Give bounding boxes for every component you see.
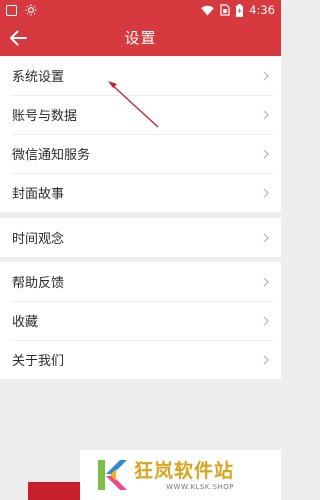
settings-item-label: 关于我们 <box>12 354 65 369</box>
settings-item-label: 帮助反馈 <box>12 276 65 291</box>
settings-item-label: 系统设置 <box>12 70 65 85</box>
watermark-title: 狂岚软件站 <box>134 459 235 482</box>
arrow-left-icon <box>10 30 27 46</box>
watermark-url: WWW.KLSK.SHOP <box>166 482 235 491</box>
chevron-right-icon <box>263 188 269 198</box>
clock-time: 4:36 <box>249 3 275 17</box>
chevron-right-icon <box>263 110 269 120</box>
settings-item-time-concept[interactable]: 时间观念 <box>0 218 281 257</box>
page-title: 设置 <box>124 29 157 47</box>
chevron-right-icon <box>263 71 269 81</box>
chevron-right-icon <box>263 233 269 243</box>
chevron-right-icon <box>263 316 269 326</box>
settings-item-help-feedback[interactable]: 帮助反馈 <box>0 262 281 301</box>
settings-item-label: 收藏 <box>12 315 39 330</box>
status-bar: 4:36 <box>0 0 281 20</box>
back-button[interactable] <box>6 26 30 50</box>
site-logo-icon <box>96 458 128 492</box>
settings-item-system[interactable]: 系统设置 <box>0 56 281 95</box>
settings-item-label: 封面故事 <box>12 187 65 202</box>
chevron-right-icon <box>263 355 269 365</box>
sim-icon <box>220 4 230 16</box>
brightness-icon <box>25 4 37 16</box>
notification-square-icon <box>6 4 17 16</box>
settings-item-label: 时间观念 <box>12 232 65 247</box>
watermark: 狂岚软件站 WWW.KLSK.SHOP <box>80 450 281 500</box>
settings-item-cover-story[interactable]: 封面故事 <box>0 173 281 212</box>
chevron-right-icon <box>263 277 269 287</box>
settings-group-time: 时间观念 <box>0 218 281 257</box>
settings-item-account-data[interactable]: 账号与数据 <box>0 95 281 134</box>
settings-item-wechat-notify[interactable]: 微信通知服务 <box>0 134 281 173</box>
wifi-icon <box>201 5 214 15</box>
settings-group-main: 系统设置 账号与数据 微信通知服务 封面故事 <box>0 56 281 212</box>
settings-item-label: 账号与数据 <box>12 109 78 124</box>
battery-icon <box>236 3 244 17</box>
settings-item-label: 微信通知服务 <box>12 148 91 163</box>
settings-group-about: 帮助反馈 收藏 关于我们 <box>0 262 281 379</box>
app-header: 设置 <box>0 20 281 56</box>
settings-item-favorites[interactable]: 收藏 <box>0 301 281 340</box>
bottom-red-tab <box>28 482 84 500</box>
settings-item-about-us[interactable]: 关于我们 <box>0 340 281 379</box>
chevron-right-icon <box>263 149 269 159</box>
